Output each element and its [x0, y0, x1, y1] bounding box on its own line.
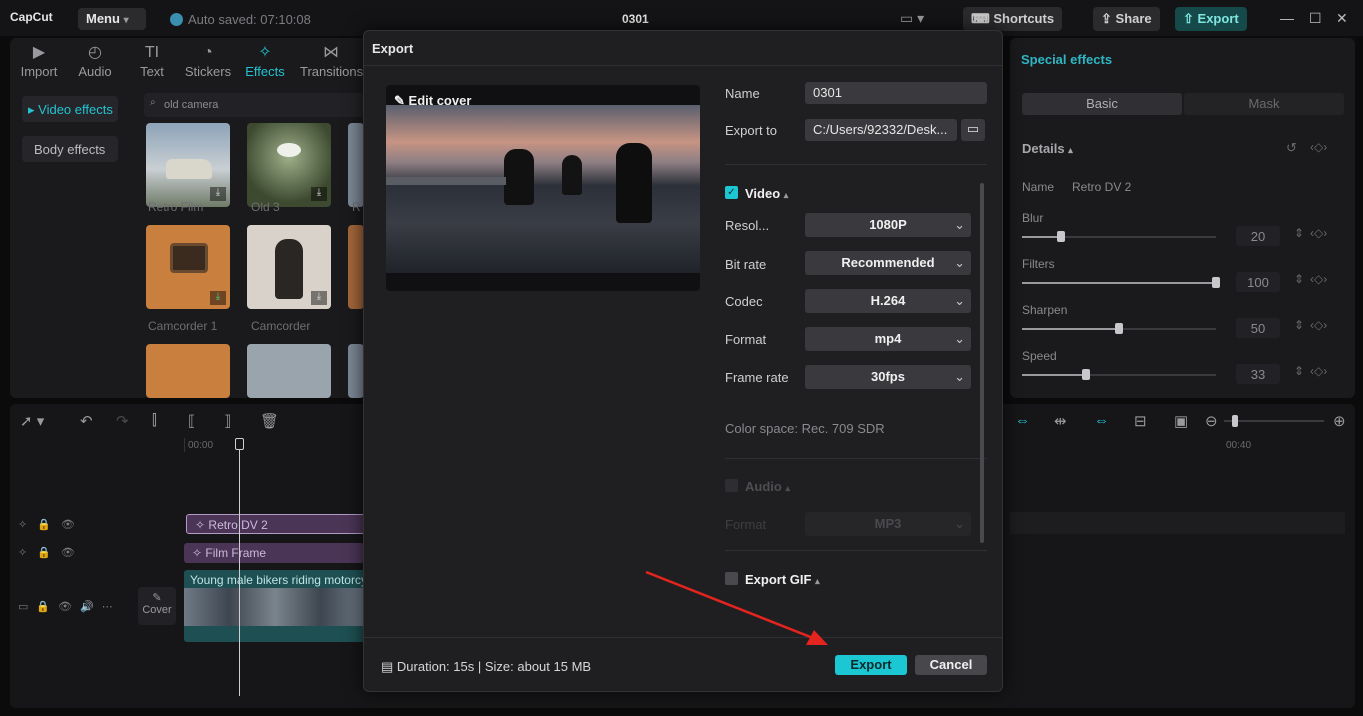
- annotation-arrow: [645, 570, 828, 645]
- arrow-line: [645, 570, 819, 642]
